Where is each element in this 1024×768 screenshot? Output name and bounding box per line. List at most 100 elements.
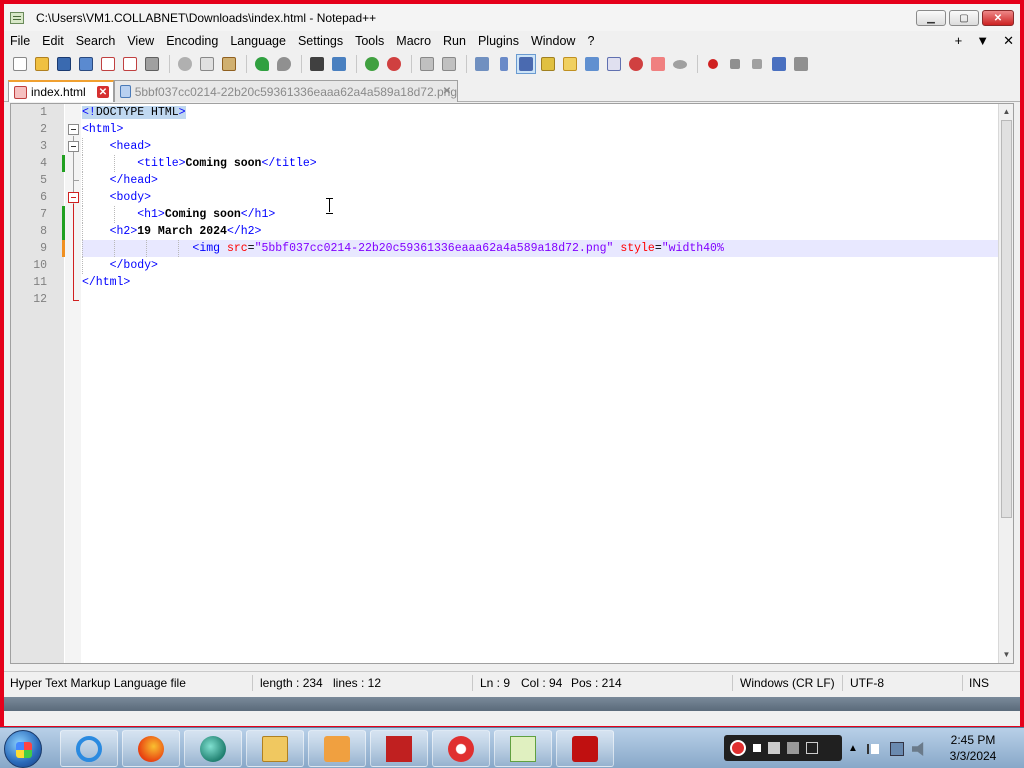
taskbar-internet-explorer[interactable] (60, 730, 118, 767)
tab-png-file[interactable]: 5bbf037cc0214-22b20c59361336eaaa62a4a589… (114, 80, 458, 102)
tab-close-icon[interactable]: ✕ (97, 86, 109, 98)
menu-plugins[interactable]: Plugins (472, 31, 525, 51)
window-icon[interactable] (806, 742, 818, 754)
menu-search[interactable]: Search (70, 31, 122, 51)
network-icon[interactable] (890, 742, 904, 756)
menu-encoding[interactable]: Encoding (160, 31, 224, 51)
taskbar-media-player[interactable] (308, 730, 366, 767)
vertical-scrollbar[interactable]: ▲ ▼ (998, 104, 1013, 663)
undo-button[interactable] (252, 54, 272, 74)
scroll-up-icon[interactable]: ▲ (999, 104, 1013, 120)
eye-button[interactable] (670, 54, 690, 74)
maximize-button[interactable]: ▢ (949, 10, 979, 26)
show-hidden-icons-icon[interactable]: ▲ (846, 742, 860, 756)
camera-icon[interactable] (768, 742, 780, 754)
system-clock[interactable]: 2:45 PM 3/3/2024 (928, 732, 1018, 764)
function-list-button[interactable] (582, 54, 602, 74)
taskbar-file-explorer[interactable] (246, 730, 304, 767)
taskbar-flash[interactable] (556, 730, 614, 767)
menu-macro[interactable]: Macro (390, 31, 437, 51)
status-eol[interactable]: Windows (CR LF) (740, 672, 835, 694)
menu-help[interactable]: ? (581, 31, 600, 51)
sync-vertical-button[interactable] (417, 54, 437, 74)
menu-settings[interactable]: Settings (292, 31, 349, 51)
action-center-flag-icon[interactable] (867, 744, 881, 754)
paste-button[interactable] (219, 54, 239, 74)
find-button[interactable] (307, 54, 327, 74)
record-icon[interactable] (730, 740, 746, 756)
fold-toggle-icon[interactable] (68, 124, 79, 135)
body-open-tag: <body> (109, 191, 152, 204)
menu-view[interactable]: View (121, 31, 160, 51)
menu-tools[interactable]: Tools (349, 31, 390, 51)
udl-button[interactable] (538, 54, 558, 74)
print-button[interactable] (142, 54, 162, 74)
save-all-button[interactable] (76, 54, 96, 74)
minimize-button[interactable]: ▁ (916, 10, 946, 26)
new-file-button[interactable] (10, 54, 30, 74)
code-text-area[interactable]: <!DOCTYPE HTML> <html> <head> <title>Com… (82, 104, 998, 663)
status-encoding[interactable]: UTF-8 (850, 672, 884, 694)
menu-edit[interactable]: Edit (36, 31, 70, 51)
indent-guide (82, 138, 83, 155)
fold-toggle-icon[interactable] (68, 141, 79, 152)
monitoring-button[interactable] (626, 54, 646, 74)
indent-guide (114, 155, 115, 172)
pen-icon[interactable] (787, 742, 799, 754)
title-bar[interactable]: C:\Users\VM1.COLLABNET\Downloads\index.h… (4, 4, 1020, 31)
new-tab-button[interactable]: + (955, 31, 963, 51)
status-insert-mode[interactable]: INS (969, 672, 989, 694)
save-macro-button[interactable] (791, 54, 811, 74)
menu-language[interactable]: Language (224, 31, 292, 51)
line-number: 11 (33, 276, 47, 289)
close-doc-button[interactable]: ✕ (1003, 31, 1014, 51)
doc-map-icon (563, 57, 577, 71)
taskbar-firefox[interactable] (122, 730, 180, 767)
taskbar-app[interactable] (184, 730, 242, 767)
tab-index-html[interactable]: index.html ✕ (8, 80, 114, 102)
undo-icon (255, 57, 269, 71)
stop-record-button[interactable] (725, 54, 745, 74)
folder-workspace-button[interactable] (604, 54, 624, 74)
show-all-chars-button[interactable] (494, 54, 514, 74)
close-button[interactable] (98, 54, 118, 74)
sync-horizontal-button[interactable] (439, 54, 459, 74)
notepad-app-icon[interactable] (10, 11, 24, 24)
zoom-out-button[interactable] (384, 54, 404, 74)
open-file-button[interactable] (32, 54, 52, 74)
tab-list-button[interactable]: ▼ (976, 31, 989, 51)
start-button[interactable] (4, 730, 42, 768)
doc-map-button[interactable] (560, 54, 580, 74)
close-window-button[interactable]: ✕ (982, 10, 1014, 26)
scrollbar-thumb[interactable] (1001, 120, 1012, 518)
menu-window[interactable]: Window (525, 31, 581, 51)
volume-muted-icon[interactable] (912, 742, 924, 756)
menu-run[interactable]: Run (437, 31, 472, 51)
stop-icon[interactable] (753, 744, 761, 752)
scroll-down-icon[interactable]: ▼ (999, 647, 1013, 663)
indent-guide-button[interactable] (516, 54, 536, 74)
title-open-tag: <title> (137, 157, 186, 170)
body-close-tag: </body> (109, 259, 158, 272)
taskbar-notepad-plus-plus[interactable] (494, 730, 552, 767)
record-macro-button[interactable] (703, 54, 723, 74)
taskbar-recorder[interactable] (432, 730, 490, 767)
word-wrap-button[interactable] (472, 54, 492, 74)
eraser-button[interactable] (648, 54, 668, 74)
code-editor[interactable]: 1 2 3 4 5 6 7 8 9 10 11 12 <!DOCTYPE HTM… (10, 103, 1014, 664)
copy-button[interactable] (197, 54, 217, 74)
run-macro-multiple-button[interactable] (769, 54, 789, 74)
cut-button[interactable] (175, 54, 195, 74)
fold-toggle-icon[interactable] (68, 192, 79, 203)
menu-file[interactable]: File (4, 31, 36, 51)
tab-close-icon[interactable]: ✕ (441, 86, 453, 98)
play-macro-button[interactable] (747, 54, 767, 74)
indent-guide (82, 257, 83, 274)
close-all-button[interactable] (120, 54, 140, 74)
taskbar-filezilla[interactable] (370, 730, 428, 767)
zoom-in-button[interactable] (362, 54, 382, 74)
save-button[interactable] (54, 54, 74, 74)
redo-button[interactable] (274, 54, 294, 74)
replace-button[interactable] (329, 54, 349, 74)
folder-workspace-icon (607, 57, 621, 71)
